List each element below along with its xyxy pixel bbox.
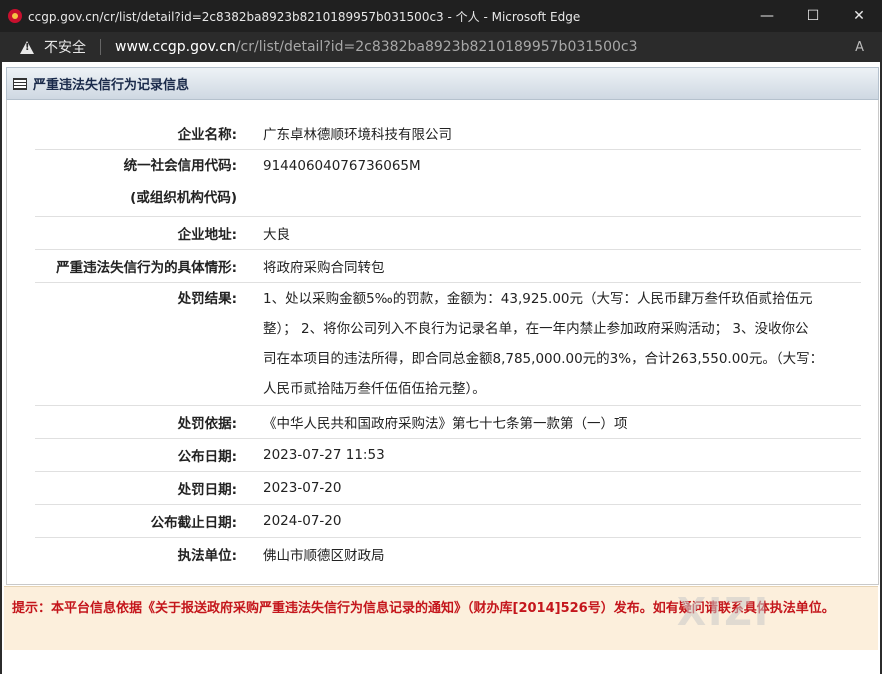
row-deadline: 公布截止日期: 2024-07-20: [35, 505, 861, 538]
basis-label: 处罚依据:: [177, 416, 237, 432]
row-credit-code: 统一社会信用代码: (或组织机构代码) 91440604076736065M: [35, 150, 861, 217]
url-path[interactable]: /cr/list/detail?id=2c8382ba8923b82101899…: [236, 39, 638, 55]
punish-date-value: 2023-07-20: [263, 480, 342, 496]
publish-date-value: 2023-07-27 11:53: [263, 447, 385, 463]
watermark-logo: XIZI: [676, 590, 770, 634]
warning-icon[interactable]: [20, 40, 34, 54]
credit-label-line-1: 统一社会信用代码:: [123, 158, 237, 174]
basis-value: 《中华人民共和国政府采购法》第七十七条第一款第（一）项: [263, 416, 628, 432]
result-line-2: 整）； 2、将你公司列入不良行为记录名单，在一年内禁止参加政府采购活动； 3、没…: [263, 321, 809, 337]
window-title: ccgp.gov.cn/cr/list/detail?id=2c8382ba89…: [28, 9, 581, 24]
deadline-label: 公布截止日期:: [150, 515, 237, 531]
table-icon: [13, 77, 27, 90]
window-titlebar: ccgp.gov.cn/cr/list/detail?id=2c8382ba89…: [0, 0, 882, 32]
address-separator: [100, 39, 101, 55]
credit-label: 统一社会信用代码: (或组织机构代码): [35, 150, 263, 216]
close-button[interactable]: ✕: [836, 0, 882, 32]
address-bar[interactable]: 不安全 www.ccgp.gov.cn/cr/list/detail?id=2c…: [0, 32, 882, 62]
panel-title: 严重违法失信行为记录信息: [33, 78, 190, 93]
result-label: 处罚结果:: [177, 291, 237, 307]
credit-value: 91440604076736065M: [263, 158, 421, 174]
result-line-1: 1、处以采购金额5‰的罚款，金额为：43,925.00元（大写：人民币肆万叁仟玖…: [263, 291, 813, 307]
maximize-button[interactable]: ☐: [790, 0, 836, 32]
result-line-4: 人民币贰拾陆万叁仟伍佰伍拾元整）。: [263, 381, 486, 397]
row-punish-date: 处罚日期: 2023-07-20: [35, 472, 861, 505]
enforcement-unit-label: 执法单位:: [177, 548, 237, 564]
publish-date-label: 公布日期:: [177, 449, 237, 465]
row-situation: 严重违法失信行为的具体情形: 将政府采购合同转包: [35, 250, 861, 283]
situation-label: 严重违法失信行为的具体情形:: [56, 260, 237, 276]
site-favicon-icon: [8, 9, 22, 23]
record-table: 企业名称: 广东卓林德顺环境科技有限公司 统一社会信用代码: (或组织机构代码)…: [35, 117, 861, 570]
row-enforcement-unit: 执法单位: 佛山市顺德区财政局: [35, 538, 861, 570]
result-line-3: 司在本项目的违法所得，即合同总金额8,785,000.00元的3%，合计263,…: [263, 351, 824, 367]
row-result: 处罚结果: 1、处以采购金额5‰的罚款，金额为：43,925.00元（大写：人民…: [35, 283, 861, 406]
company-label: 企业名称:: [177, 127, 237, 143]
company-value: 广东卓林德顺环境科技有限公司: [263, 127, 452, 143]
record-panel: 企业名称: 广东卓林德顺环境科技有限公司 统一社会信用代码: (或组织机构代码)…: [6, 100, 879, 585]
row-company: 企业名称: 广东卓林德顺环境科技有限公司: [35, 117, 861, 150]
page-content: 严重违法失信行为记录信息 企业名称: 广东卓林德顺环境科技有限公司 统一社会信用…: [2, 62, 880, 674]
deadline-value: 2024-07-20: [263, 513, 342, 529]
enforcement-unit-value: 佛山市顺德区财政局: [263, 548, 385, 564]
credit-label-line-2: (或组织机构代码): [130, 190, 237, 206]
row-address: 企业地址: 大良: [35, 217, 861, 250]
row-publish-date: 公布日期: 2023-07-27 11:53: [35, 439, 861, 472]
address-label: 企业地址:: [177, 227, 237, 243]
url-host[interactable]: www.ccgp.gov.cn: [115, 39, 236, 55]
read-aloud-icon[interactable]: A: [855, 40, 864, 55]
punish-date-label: 处罚日期:: [177, 482, 237, 498]
situation-value: 将政府采购合同转包: [263, 260, 385, 276]
row-basis: 处罚依据: 《中华人民共和国政府采购法》第七十七条第一款第（一）项: [35, 406, 861, 439]
result-value: 1、处以采购金额5‰的罚款，金额为：43,925.00元（大写：人民币肆万叁仟玖…: [263, 283, 861, 405]
address-value: 大良: [263, 227, 290, 243]
panel-header: 严重违法失信行为记录信息: [6, 67, 879, 100]
minimize-button[interactable]: —: [744, 0, 790, 32]
security-status[interactable]: 不安全: [44, 37, 86, 57]
